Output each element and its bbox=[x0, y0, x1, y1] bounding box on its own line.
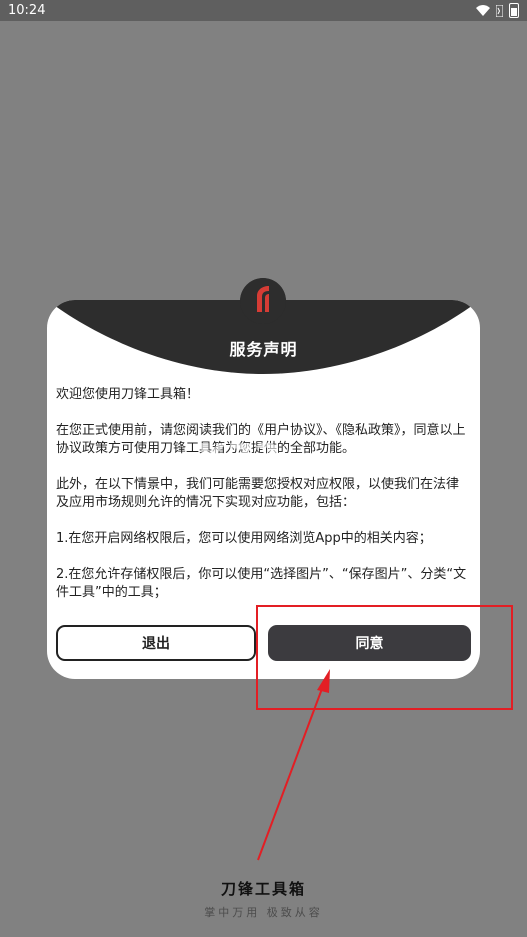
brand-name: 刀锋工具箱 bbox=[220, 880, 306, 898]
brand-slogan: 掌中万用 极致从容 bbox=[204, 906, 323, 919]
status-time: 10:24 bbox=[8, 3, 46, 18]
app-logo-icon bbox=[240, 278, 286, 324]
watermark: K73 bbox=[198, 436, 281, 480]
exit-button[interactable]: 退出 bbox=[56, 625, 256, 661]
status-bar: 10:24 bbox=[0, 0, 527, 21]
wifi-icon bbox=[476, 4, 490, 16]
paragraph-1: 欢迎您使用刀锋工具箱！ bbox=[56, 387, 200, 402]
paragraph-4: 1.在您开启网络权限后，您可以使用网络浏览App中的相关内容； bbox=[56, 531, 432, 546]
paragraph-3: 此外，在以下情景中，我们可能需要您授权对应权限，以使我们在法律及应用市场规则允许… bbox=[56, 477, 460, 510]
status-icons bbox=[476, 3, 519, 18]
annotation-highlight-box bbox=[256, 605, 513, 710]
battery-icon bbox=[509, 3, 519, 18]
paragraph-5: 2.在您允许存储权限后，你可以使用“选择图片”、“保存图片”、分类“文件工具”中… bbox=[56, 567, 467, 600]
dialog-body[interactable]: 欢迎您使用刀锋工具箱！ 在您正式使用前，请您阅读我们的《用户协议》、《隐私政策》… bbox=[56, 386, 470, 608]
dialog-title: 服务声明 bbox=[229, 340, 298, 359]
data-icon bbox=[496, 4, 503, 17]
